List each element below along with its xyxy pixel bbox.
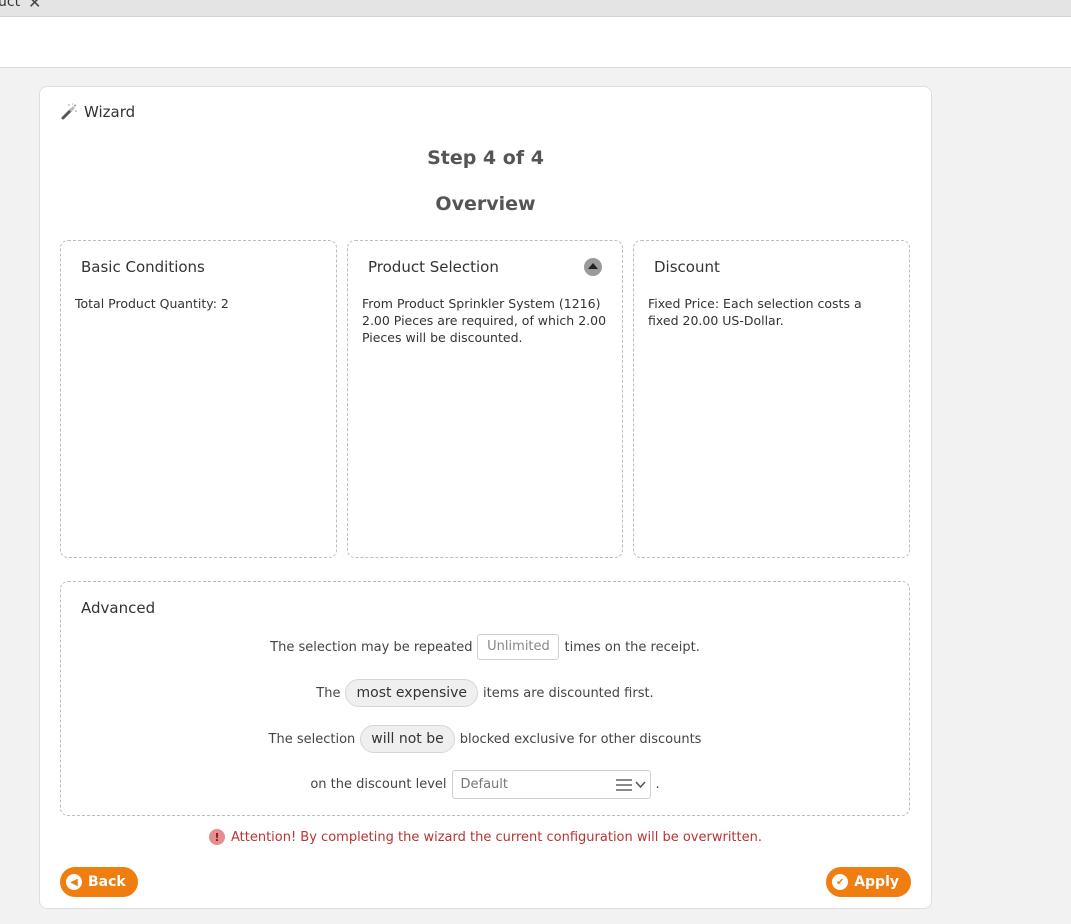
advanced-panel: Advanced The selection may be repeated U… [60, 581, 910, 816]
discount-text: Fixed Price: Each selection costs a fixe… [648, 296, 862, 328]
discount-level-value: Default [460, 777, 509, 792]
warning-icon: ! [208, 829, 225, 845]
collapse-up-icon[interactable] [584, 258, 602, 276]
repeat-prefix: The selection may be repeated [270, 639, 473, 655]
tab-title[interactable]: uct [0, 0, 20, 10]
product-selection-text: From Product Sprinkler System (1216) 2.0… [362, 296, 607, 345]
block-suffix: blocked exclusive for other discounts [459, 731, 702, 747]
discount-title: Discount [654, 258, 720, 276]
basic-conditions-title: Basic Conditions [81, 258, 205, 276]
discount-panel: Discount Fixed Price: Each selection cos… [633, 240, 910, 558]
attention-text: Attention! By completing the wizard the … [230, 829, 763, 845]
wizard-header: Wizard [60, 103, 135, 121]
wizard-title: Wizard [84, 103, 136, 121]
checkmark-icon: ✔ [832, 874, 849, 890]
back-label: Back [88, 874, 126, 890]
attention-message: ! Attention! By completing the wizard th… [40, 829, 931, 845]
order-row: The most expensive items are discounted … [61, 679, 909, 707]
order-toggle[interactable]: most expensive [345, 679, 479, 707]
level-suffix: . [655, 777, 660, 792]
product-selection-panel: Product Selection From Product Sprinkler… [347, 240, 623, 558]
block-toggle[interactable]: will not be [360, 725, 455, 753]
toolbar [0, 17, 1071, 68]
level-prefix: on the discount level [310, 777, 447, 792]
wizard-card: Wizard Step 4 of 4 Overview Basic Condit… [39, 86, 932, 909]
step-indicator: Step 4 of 4 [427, 147, 544, 169]
basic-conditions-panel: Basic Conditions Total Product Quantity:… [60, 240, 337, 558]
block-row: The selection will not be blocked exclus… [61, 725, 909, 753]
product-selection-title: Product Selection [368, 258, 499, 276]
discount-level-select[interactable]: Default [451, 770, 651, 799]
apply-label: Apply [854, 874, 899, 890]
back-button[interactable]: ◀ Back [60, 867, 138, 897]
arrow-left-icon: ◀ [66, 874, 82, 890]
basic-conditions-text: Total Product Quantity: 2 [75, 296, 229, 311]
advanced-title: Advanced [81, 599, 156, 617]
repeat-count-input[interactable]: Unlimited [477, 634, 560, 660]
order-suffix: items are discounted first. [483, 685, 654, 701]
order-prefix: The [316, 685, 341, 701]
apply-button[interactable]: ✔ Apply [826, 867, 911, 897]
list-icon [615, 778, 632, 791]
level-row: on the discount level Default . [61, 770, 909, 799]
magic-wand-icon [61, 103, 77, 120]
tab-bar: uct ✕ [0, 0, 1071, 17]
block-prefix: The selection [268, 731, 356, 747]
repeat-suffix: times on the receipt. [564, 639, 700, 655]
page-title: Overview [435, 193, 536, 215]
chevron-down-icon [634, 780, 646, 788]
close-icon[interactable]: ✕ [28, 0, 41, 12]
repeat-row: The selection may be repeated Unlimited … [61, 634, 909, 660]
